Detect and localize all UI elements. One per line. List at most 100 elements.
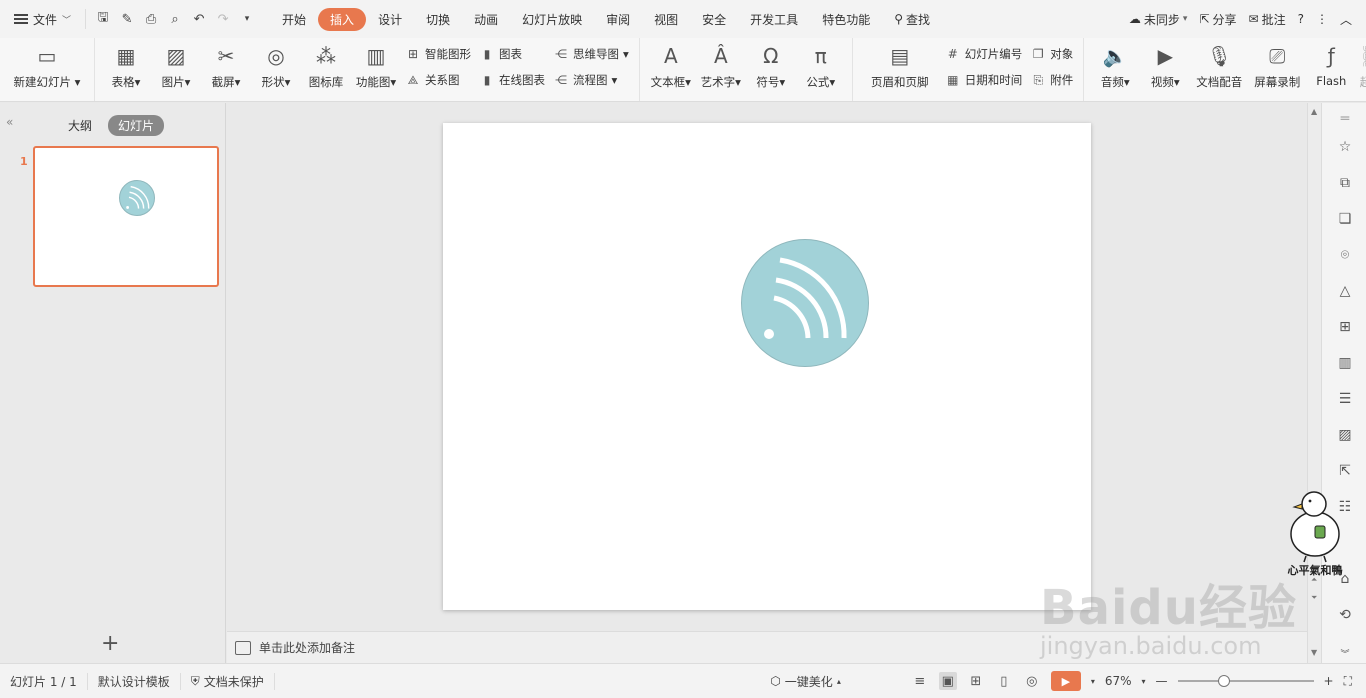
tab-animation[interactable]: 动画 <box>462 8 510 31</box>
comment-button[interactable]: ✉ 批注 <box>1249 11 1286 28</box>
online-chart-button[interactable]: ▮ 在线图表 <box>479 70 545 90</box>
sync-button[interactable]: ☁ 未同步 ▾ <box>1129 11 1188 28</box>
art-text-button[interactable]: Â 艺术字▾ <box>698 42 744 90</box>
tab-view[interactable]: 视图 <box>642 8 690 31</box>
object-button[interactable]: ❐ 对象 <box>1030 44 1073 64</box>
align-icon[interactable]: ≡ <box>911 672 929 690</box>
history-icon[interactable]: ⟲ <box>1335 605 1355 625</box>
scroll-up-icon[interactable]: ▲ <box>1311 107 1317 116</box>
slide-sorter-icon[interactable]: ⊞ <box>967 672 985 690</box>
chart-button[interactable]: ▮ 图表 <box>479 44 545 64</box>
reading-view-icon[interactable]: ▯ <box>995 672 1013 690</box>
search-button[interactable]: ⚲ 查找 <box>882 8 942 31</box>
tab-transition[interactable]: 切换 <box>414 8 462 31</box>
rss-icon <box>126 185 150 209</box>
shape-icon: ◎ <box>267 44 285 68</box>
play-slideshow-button[interactable]: ▶ <box>1050 671 1081 691</box>
print-preview-icon[interactable]: ⌕ <box>166 10 184 28</box>
textbox-button[interactable]: A 文本框▾ <box>648 42 694 90</box>
notes-placeholder: 单击此处添加备注 <box>259 641 356 655</box>
new-slide-button[interactable]: ▭ 新建幻灯片 ▾ <box>8 42 86 90</box>
mind-map-button[interactable]: ⋲ 思维导图 ▾ <box>553 44 629 64</box>
more-icon[interactable]: ⋮ <box>1316 12 1328 26</box>
undo-icon[interactable]: ↶ <box>190 10 208 28</box>
shape-button[interactable]: ◎ 形状▾ <box>253 42 299 90</box>
zoom-out-icon[interactable]: — <box>1156 674 1168 688</box>
vertical-scrollbar[interactable]: ▲ ⏶ ⏷ ▼ <box>1307 103 1321 663</box>
star-icon[interactable]: ☆ <box>1335 137 1355 157</box>
save-icon[interactable]: 🖫 <box>94 10 112 28</box>
tab-security[interactable]: 安全 <box>690 8 738 31</box>
zoom-level[interactable]: 67% <box>1105 674 1132 688</box>
tab-design[interactable]: 设计 <box>366 8 414 31</box>
animation-icon[interactable]: △ <box>1335 281 1355 301</box>
settings-sliders-icon[interactable]: ☰ <box>1335 389 1355 409</box>
flash-button[interactable]: ƒ Flash <box>1308 42 1354 88</box>
table-button[interactable]: ▦ 表格▾ <box>103 42 149 90</box>
relation-button[interactable]: ⟁ 关系图 <box>405 70 471 90</box>
formula-button[interactable]: π 公式▾ <box>798 42 844 90</box>
relation-label: 关系图 <box>425 73 460 87</box>
normal-view-icon[interactable]: ▣ <box>938 672 957 690</box>
format-painter-icon[interactable]: ✎ <box>118 10 136 28</box>
tab-outline[interactable]: 大纲 <box>58 115 102 136</box>
fit-window-icon[interactable]: ⛶ <box>1344 674 1352 689</box>
export-icon[interactable]: ⇱ <box>1335 461 1355 481</box>
flowchart-button[interactable]: ⋲ 流程图 ▾ <box>553 70 629 90</box>
scroll-up-page-icon[interactable]: ⏶ <box>1311 575 1317 585</box>
tab-developer[interactable]: 开发工具 <box>738 8 810 31</box>
location-icon[interactable]: ⌾ <box>1335 245 1355 265</box>
chevron-down-icon[interactable]: ▾ <box>1091 677 1095 686</box>
slide-number-button[interactable]: # 幻灯片编号 <box>945 44 1023 64</box>
date-time-button[interactable]: ▦ 日期和时间 <box>945 70 1023 90</box>
function-chart-button[interactable]: ▥ 功能图▾ <box>353 42 399 90</box>
audio-button[interactable]: 🔈 音频▾ <box>1092 42 1138 90</box>
customize-icon[interactable]: ▾ <box>238 10 256 28</box>
header-footer-button[interactable]: ▤ 页眉和页脚 <box>861 42 939 90</box>
protection-status[interactable]: ⛨ 文档未保护 <box>181 672 275 690</box>
share-label: 分享 <box>1212 12 1237 27</box>
symbol-button[interactable]: Ω 符号▾ <box>748 42 794 90</box>
print-icon[interactable]: ⎙ <box>142 10 160 28</box>
presenter-view-icon[interactable]: ◎ <box>1023 672 1041 690</box>
tab-home[interactable]: 开始 <box>270 8 318 31</box>
hyperlink-button[interactable]: ⛓ 超链 <box>1358 42 1366 90</box>
video-button[interactable]: ▶ 视频▾ <box>1142 42 1188 90</box>
object-select-icon[interactable]: ❏ <box>1335 209 1355 229</box>
add-slide-icon[interactable]: + <box>101 631 119 656</box>
expand-sidebar-icon[interactable]: ︾ <box>1335 643 1355 663</box>
tab-slideshow[interactable]: 幻灯片放映 <box>510 8 594 31</box>
zoom-slider[interactable] <box>1177 675 1314 687</box>
attachment-button[interactable]: ⎘ 附件 <box>1030 70 1073 90</box>
screen-record-button[interactable]: ⎚ 屏幕录制 <box>1250 42 1304 90</box>
scroll-down-page-icon[interactable]: ⏷ <box>1311 593 1317 603</box>
help-icon[interactable]: ? <box>1298 12 1304 26</box>
tab-review[interactable]: 审阅 <box>594 8 642 31</box>
slide-canvas[interactable] <box>443 123 1091 610</box>
image-icon[interactable]: ▨ <box>1335 425 1355 445</box>
redo-icon[interactable]: ↷ <box>214 10 232 28</box>
shapes-icon[interactable]: ⧉ <box>1335 173 1355 193</box>
zoom-slider-knob[interactable] <box>1217 675 1230 687</box>
tab-features[interactable]: 特色功能 <box>810 8 882 31</box>
date-time-label: 日期和时间 <box>964 73 1023 87</box>
chevron-down-icon[interactable]: ▾ <box>1142 677 1146 686</box>
rss-shape[interactable] <box>741 239 869 367</box>
scroll-down-icon[interactable]: ▼ <box>1311 648 1317 657</box>
doc-dub-button[interactable]: 🎙 文档配音 <box>1192 42 1246 90</box>
icon-library-button[interactable]: ⁂ 图标库 <box>303 42 349 90</box>
screenshot-button[interactable]: ✂ 截屏▾ <box>203 42 249 90</box>
collapse-ribbon-icon[interactable]: ︿ <box>1340 11 1352 28</box>
tab-slides[interactable]: 幻灯片 <box>108 115 165 136</box>
design-template[interactable]: 默认设计模板 <box>88 672 181 690</box>
share-button[interactable]: ⇱ 分享 <box>1199 11 1236 28</box>
file-menu-button[interactable]: 文件 ﹀ <box>0 0 79 38</box>
smart-art-button[interactable]: ⊞ 智能图形 <box>405 44 471 64</box>
picture-button[interactable]: ▨ 图片▾ <box>153 42 199 90</box>
beautify-button[interactable]: ⬡ 一键美化 ▴ <box>770 673 841 690</box>
slide-thumbnail[interactable] <box>33 146 219 287</box>
chart-icon[interactable]: ▥ <box>1335 353 1355 373</box>
tab-insert[interactable]: 插入 <box>318 7 367 31</box>
zoom-in-icon[interactable]: + <box>1324 674 1334 688</box>
grid-icon[interactable]: ⊞ <box>1335 317 1355 337</box>
